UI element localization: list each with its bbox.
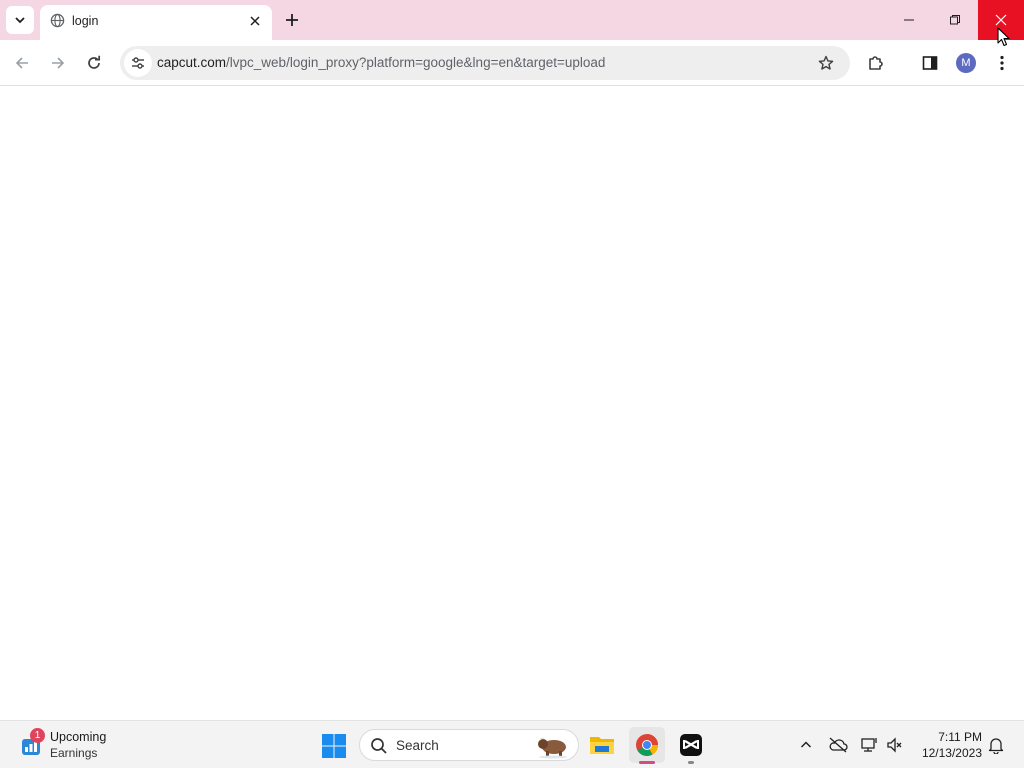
network-icon <box>861 738 877 752</box>
minimize-icon <box>904 19 914 21</box>
onedrive-button[interactable] <box>827 734 849 756</box>
active-app-indicator <box>639 761 655 764</box>
mouse-cursor-icon <box>997 27 1010 47</box>
minimize-button[interactable] <box>886 0 932 40</box>
search-label: Search <box>396 738 439 753</box>
widget-title: Upcoming <box>50 730 107 744</box>
file-explorer-app[interactable] <box>584 727 620 763</box>
bell-icon <box>988 738 1004 754</box>
page-content <box>0 87 1024 720</box>
globe-icon <box>50 13 65 28</box>
search-highlight-icon <box>538 737 567 759</box>
capcut-icon <box>680 734 702 756</box>
folder-icon <box>590 737 614 754</box>
chevron-down-icon <box>15 17 25 24</box>
forward-button[interactable] <box>44 49 72 77</box>
address-bar[interactable]: capcut.com/lvpc_web/login_proxy?platform… <box>120 46 850 80</box>
arrow-right-icon <box>52 57 65 69</box>
chrome-app[interactable] <box>629 727 665 764</box>
menu-button[interactable] <box>988 49 1016 77</box>
windows-start-icon[interactable] <box>321 733 347 759</box>
bookmark-button[interactable] <box>816 53 836 73</box>
clock-date: 12/13/2023 <box>921 746 982 760</box>
close-icon <box>995 14 1007 26</box>
speaker-mute-icon <box>887 737 902 753</box>
chrome-icon <box>636 734 658 756</box>
clock-time: 7:11 PM <box>938 730 982 744</box>
star-icon <box>818 55 834 70</box>
back-button[interactable] <box>8 49 36 77</box>
tab-close-button[interactable] <box>246 12 264 30</box>
tab-login[interactable]: login <box>40 5 272 40</box>
show-hidden-icons-button[interactable] <box>795 734 817 756</box>
url-text[interactable]: capcut.com/lvpc_web/login_proxy?platform… <box>157 55 605 70</box>
arrow-left-icon <box>15 57 28 69</box>
reload-icon <box>88 55 101 69</box>
profile-avatar[interactable]: M <box>956 53 976 73</box>
widgets-button[interactable]: 1 Upcoming Earnings <box>18 728 138 762</box>
more-vert-icon <box>1000 55 1004 71</box>
chevron-up-icon <box>800 741 812 748</box>
windows-taskbar: 1 Upcoming Earnings Search 7:11 PM 12/13… <box>0 720 1024 768</box>
tab-search-button[interactable] <box>6 6 34 34</box>
url-path: /lvpc_web/login_proxy?platform=google&ln… <box>226 55 606 70</box>
reload-button[interactable] <box>80 49 108 77</box>
side-panel-icon <box>922 56 938 70</box>
browser-toolbar: capcut.com/lvpc_web/login_proxy?platform… <box>0 40 1024 86</box>
url-host: capcut.com <box>157 55 227 70</box>
network-button[interactable] <box>858 734 880 756</box>
browser-tabstrip: login <box>0 0 1024 40</box>
extensions-button[interactable] <box>862 49 890 77</box>
volume-button[interactable] <box>884 734 906 756</box>
tune-icon <box>132 57 144 69</box>
close-icon <box>250 16 260 26</box>
site-info-button[interactable] <box>124 49 152 77</box>
restore-icon <box>950 15 960 25</box>
notifications-button[interactable] <box>985 734 1007 756</box>
new-tab-button[interactable] <box>280 8 304 32</box>
tab-title: login <box>72 14 99 28</box>
plus-icon <box>286 14 298 26</box>
side-panel-button[interactable] <box>916 49 944 77</box>
capcut-app[interactable] <box>673 727 709 764</box>
taskbar-clock[interactable]: 7:11 PM 12/13/2023 <box>912 729 982 761</box>
search-icon <box>371 738 387 754</box>
cloud-offline-icon <box>829 737 848 753</box>
widget-badge: 1 <box>30 728 45 743</box>
running-app-indicator <box>688 761 694 764</box>
restore-button[interactable] <box>932 0 978 40</box>
widget-subtitle: Earnings <box>50 746 98 760</box>
taskbar-search[interactable]: Search <box>359 729 579 761</box>
puzzle-icon <box>869 56 883 70</box>
